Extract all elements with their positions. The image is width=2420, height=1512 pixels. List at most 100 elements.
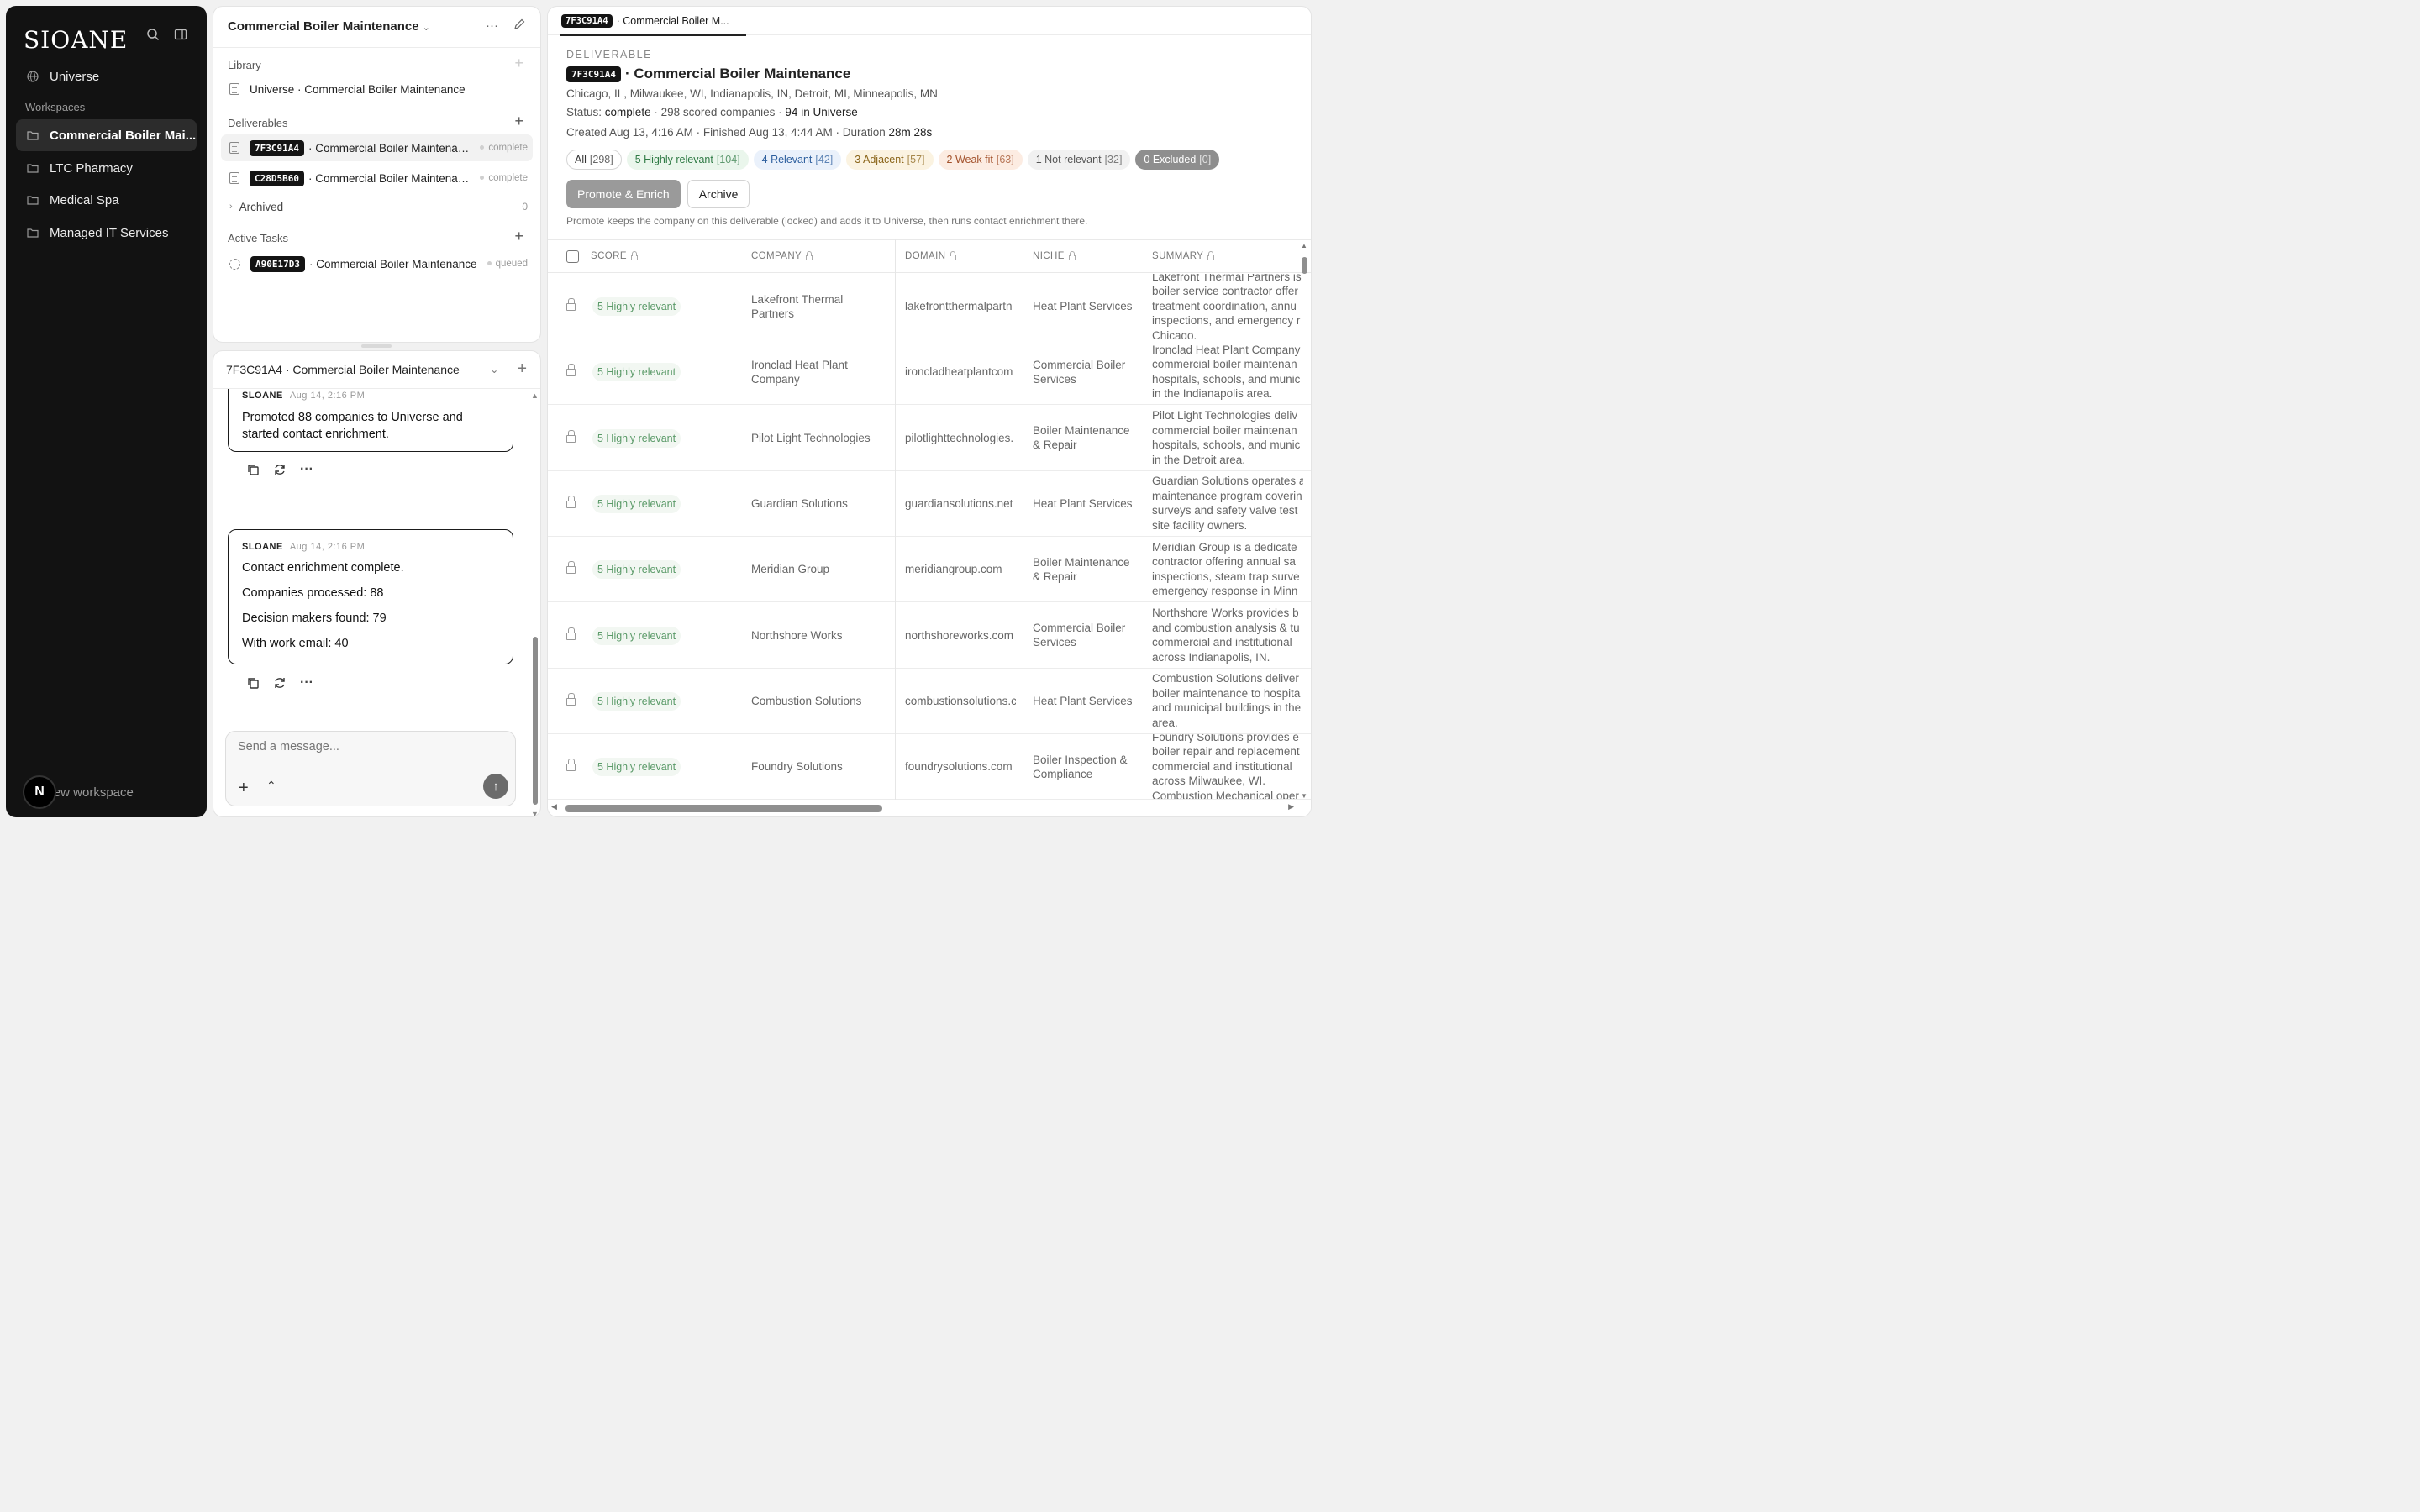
add-task-button[interactable]: +	[514, 228, 523, 245]
sidebar-toggle-icon[interactable]	[174, 28, 187, 45]
column-domain[interactable]: DOMAIN	[905, 251, 957, 261]
workspace-title[interactable]: Commercial Boiler Maintenance ⌄	[228, 19, 430, 34]
filter-label: 3 Adjacent	[855, 154, 904, 165]
summary-line: inspections, steam trap surve	[1152, 570, 1300, 583]
tab-label: · Commercial Boiler M...	[616, 14, 729, 27]
table-horizontal-scrollbar[interactable]: ◀ ▶	[548, 801, 1311, 816]
archived-toggle[interactable]: › Archived 0	[221, 193, 533, 220]
filter-chip[interactable]: 1 Not relevant [32]	[1027, 150, 1131, 170]
sidebar-item-workspace[interactable]: Managed IT Services	[16, 217, 197, 249]
score-badge: 5 Highly relevant	[592, 297, 681, 316]
regenerate-icon[interactable]	[272, 462, 287, 477]
filter-chip[interactable]: 5 Highly relevant [104]	[626, 150, 749, 170]
scrollbar-thumb[interactable]	[1302, 257, 1307, 274]
resize-handle[interactable]	[361, 344, 392, 348]
row-lock-icon[interactable]	[566, 759, 576, 774]
row-lock-icon[interactable]	[566, 429, 576, 445]
filter-chip[interactable]: 0 Excluded [0]	[1135, 150, 1220, 170]
scrollbar-thumb[interactable]	[533, 637, 538, 805]
row-lock-icon[interactable]	[566, 495, 576, 511]
filter-chip[interactable]: 2 Weak fit [63]	[938, 150, 1023, 170]
library-item[interactable]: Universe · Commercial Boiler Maintenance	[221, 76, 533, 102]
row-lock-icon[interactable]	[566, 692, 576, 708]
sidebar-item-workspace[interactable]: LTC Pharmacy	[16, 152, 197, 184]
filter-chip[interactable]: 3 Adjacent [57]	[846, 150, 934, 170]
table-row[interactable]: 5 Highly relevant Foundry Solutions foundr…	[548, 734, 1311, 801]
table-row[interactable]: 5 Highly relevant Guardian Solutions guard…	[548, 471, 1311, 537]
row-lock-icon[interactable]	[566, 627, 576, 643]
scrollbar-thumb[interactable]	[565, 805, 882, 812]
table-row[interactable]: 5 Highly relevant Northshore Works northsh…	[548, 603, 1311, 669]
regenerate-icon[interactable]	[272, 675, 287, 690]
more-icon[interactable]: ···	[486, 18, 498, 34]
company-cell: Northshore Works	[751, 628, 843, 642]
sidebar-item-label: Commercial Boiler Mai...	[50, 128, 197, 143]
task-name: · Commercial Boiler Maintenance	[308, 257, 477, 270]
scroll-right-icon[interactable]: ▶	[1288, 802, 1294, 811]
column-niche[interactable]: NICHE	[1033, 251, 1076, 261]
task-item[interactable]: A90E17D3 · Commercial Boiler Maintenance…	[221, 250, 533, 277]
workspace-title-text: Commercial Boiler Maintenance	[228, 19, 419, 34]
add-deliverable-button[interactable]: +	[514, 113, 523, 130]
avatar[interactable]: N	[23, 775, 56, 809]
filter-chip[interactable]: All [298]	[566, 150, 622, 170]
summary-line: treatment coordination, annu	[1152, 299, 1297, 312]
scroll-down-icon[interactable]: ▼	[531, 810, 539, 818]
scroll-down-icon[interactable]: ▼	[1301, 792, 1307, 800]
column-divider	[895, 239, 896, 800]
row-lock-icon[interactable]	[566, 298, 576, 313]
sidebar-item-workspace[interactable]: Commercial Boiler Mai...	[16, 119, 197, 151]
scroll-up-icon[interactable]: ▲	[531, 391, 539, 400]
scroll-left-icon[interactable]: ◀	[551, 802, 557, 811]
message-input[interactable]	[238, 740, 490, 753]
table-row[interactable]: 5 Highly relevant Combustion Solutions com…	[548, 669, 1311, 734]
archive-button[interactable]: Archive	[687, 180, 750, 208]
tab-deliverable[interactable]: 7F3C91A4 · Commercial Boiler M...	[560, 7, 746, 36]
chat-scrollbar[interactable]: ▲ ▼	[531, 391, 539, 818]
column-score[interactable]: SCORE	[591, 251, 638, 261]
search-icon[interactable]	[146, 28, 160, 45]
column-company[interactable]: COMPANY	[751, 251, 813, 261]
chevron-up-icon[interactable]: ⌃	[266, 779, 276, 793]
add-library-button[interactable]: +	[514, 55, 523, 72]
attach-button[interactable]: +	[239, 779, 249, 798]
scroll-up-icon[interactable]: ▲	[1301, 242, 1307, 249]
new-chat-button[interactable]: +	[517, 360, 527, 379]
chevron-down-icon[interactable]: ⌄	[490, 364, 498, 375]
new-workspace-button[interactable]: N New workspace	[23, 775, 134, 809]
table-row[interactable]: 5 Highly relevant Ironclad Heat Plant Com…	[548, 339, 1311, 406]
filter-chip[interactable]: 4 Relevant [42]	[753, 150, 842, 170]
deliverable-name: · Commercial Boiler Maintenance	[308, 141, 476, 155]
table-row[interactable]: 5 Highly relevant Meridian Group meridiang…	[548, 537, 1311, 603]
row-lock-icon[interactable]	[566, 561, 576, 576]
status-value: complete	[604, 106, 651, 118]
deliverable-item[interactable]: C28D5B60 · Commercial Boiler Maintenance…	[221, 165, 533, 192]
deliverable-item[interactable]: 7F3C91A4 · Commercial Boiler Maintenance…	[221, 134, 533, 161]
column-summary[interactable]: SUMMARY	[1152, 251, 1215, 261]
domain-cell: guardiansolutions.net	[905, 496, 1013, 510]
copy-icon[interactable]	[245, 675, 260, 690]
copy-icon[interactable]	[245, 462, 260, 477]
row-lock-icon[interactable]	[566, 364, 576, 379]
sidebar-item-label: Universe	[50, 69, 100, 84]
status-line: Status: complete · 298 scored companies …	[566, 106, 858, 118]
send-button[interactable]: ↑	[483, 774, 508, 799]
domain-cell: meridiangroup.com	[905, 563, 1002, 576]
sidebar-item-workspace[interactable]: Medical Spa	[16, 184, 197, 216]
table-header: SCORE COMPANY DOMAIN NICHE SUMMARY	[548, 239, 1311, 273]
select-all-checkbox[interactable]	[566, 250, 579, 263]
summary-line: Ironclad Heat Plant Company	[1152, 343, 1301, 356]
promote-enrich-button[interactable]: Promote & Enrich	[566, 180, 681, 208]
table-row[interactable]: 5 Highly relevant Lakefront Thermal Partn…	[548, 274, 1311, 339]
more-icon[interactable]: ···	[299, 462, 314, 477]
edit-icon[interactable]	[513, 18, 525, 34]
table-row[interactable]: 5 Highly relevant Pilot Light Technologie…	[548, 406, 1311, 471]
filter-label: 1 Not relevant	[1035, 154, 1102, 165]
sidebar-item-universe[interactable]: Universe	[16, 60, 197, 92]
library-heading: Library	[228, 59, 261, 71]
summary-line: commercial and institutional	[1152, 759, 1292, 773]
task-id: A90E17D3	[250, 255, 305, 272]
summary-line: and municipal buildings in the	[1152, 701, 1302, 715]
more-icon[interactable]: ···	[299, 675, 314, 690]
table-vertical-scrollbar[interactable]: ▲ ▼	[1300, 242, 1309, 800]
